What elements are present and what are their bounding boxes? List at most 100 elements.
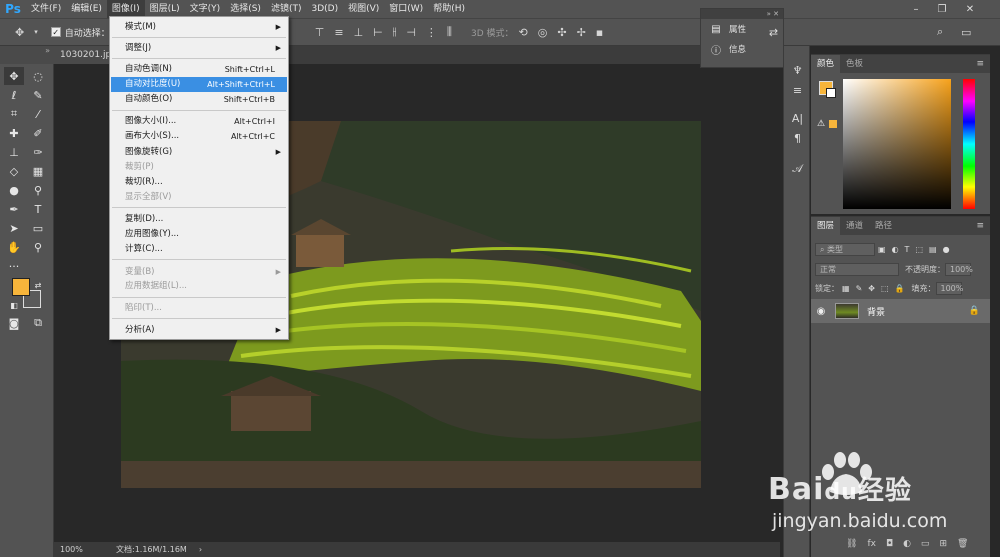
align-left-icon[interactable]: ⊢ bbox=[368, 26, 388, 39]
menu-help[interactable]: 帮助(H) bbox=[428, 0, 470, 18]
gradient-tool-icon[interactable]: ▦ bbox=[28, 162, 48, 180]
color-picker-field[interactable] bbox=[843, 79, 951, 209]
distribute-icon[interactable]: ⋮ bbox=[421, 26, 442, 39]
gamut-warning-icon[interactable]: ⚠ bbox=[817, 119, 825, 129]
3d-roll-icon[interactable]: ◎ bbox=[533, 26, 553, 39]
menu-item-12[interactable]: 应用图像(Y)... bbox=[111, 227, 287, 242]
zoom-tool-icon[interactable]: ⚲ bbox=[28, 238, 48, 256]
blend-mode-select[interactable]: 正常 bbox=[815, 262, 899, 276]
type-tool-icon[interactable]: T bbox=[28, 200, 48, 218]
3d-pan-icon[interactable]: ✣ bbox=[552, 26, 571, 39]
chevron-down-icon[interactable]: ▾ bbox=[29, 28, 43, 36]
pen-tool-icon[interactable]: ✒ bbox=[4, 200, 24, 218]
character-icon[interactable]: A| bbox=[788, 112, 807, 128]
gamut-warning-swatch[interactable] bbox=[829, 120, 837, 128]
menu-edit[interactable]: 编辑(E) bbox=[66, 0, 107, 18]
menu-item-4[interactable]: 自动颜色(O) Shift+Ctrl+B bbox=[111, 92, 287, 107]
path-select-icon[interactable]: ➤ bbox=[4, 219, 24, 237]
crop-tool-icon[interactable]: ⌗ bbox=[4, 105, 24, 123]
background-color-swatch[interactable] bbox=[826, 88, 836, 98]
zoom-level[interactable]: 100% bbox=[54, 545, 90, 554]
lock-image-icon[interactable]: ✎ bbox=[856, 284, 863, 293]
menu-item-13[interactable]: 计算(C)... bbox=[111, 242, 287, 257]
info-button[interactable]: ⓘ 信息 bbox=[701, 39, 783, 59]
layer-name[interactable]: 背景 bbox=[867, 305, 885, 318]
3d-orbit-icon[interactable]: ⟲ bbox=[514, 26, 533, 39]
swap-panel-icon[interactable]: ⇄ bbox=[764, 26, 783, 42]
brush-tool-icon[interactable]: ✐ bbox=[28, 124, 48, 142]
align-vcenter-icon[interactable]: ≡ bbox=[329, 26, 348, 39]
tab-paths[interactable]: 路径 bbox=[869, 217, 898, 235]
lasso-tool-icon[interactable]: ℓ bbox=[4, 86, 24, 104]
panel-collapse-icon[interactable]: » bbox=[0, 46, 54, 64]
distribute-h-icon[interactable]: ⫼ bbox=[442, 25, 457, 39]
history-brush-icon[interactable]: ✑ bbox=[28, 143, 48, 161]
blur-tool-icon[interactable]: ● bbox=[4, 181, 24, 199]
menu-file[interactable]: 文件(F) bbox=[26, 0, 66, 18]
menu-item-17[interactable]: 分析(A) ▶ bbox=[111, 323, 287, 338]
foreground-color-swatch[interactable] bbox=[12, 278, 30, 296]
move-tool-icon[interactable]: ✥ bbox=[4, 67, 24, 85]
eye-icon[interactable]: ◉ bbox=[811, 306, 831, 317]
sliders-icon[interactable]: ≡ bbox=[788, 84, 807, 100]
dodge-tool-icon[interactable]: ⚲ bbox=[28, 181, 48, 199]
filter-shape-icon[interactable]: ⬚ bbox=[915, 245, 923, 254]
screen-mode-icon[interactable]: ⧉ bbox=[28, 314, 48, 332]
tab-color[interactable]: 颜色 bbox=[811, 55, 841, 73]
menu-item-3[interactable]: 自动对比度(U) Alt+Shift+Ctrl+L bbox=[111, 77, 287, 92]
close-icon[interactable]: ✕ bbox=[958, 0, 982, 18]
filter-adjustment-icon[interactable]: ◐ bbox=[892, 245, 899, 254]
menu-item-7[interactable]: 图像旋转(G) ▶ bbox=[111, 145, 287, 160]
layer-filter-select[interactable]: ⌕ 类型 bbox=[815, 242, 875, 256]
lock-position-icon[interactable]: ✥ bbox=[868, 284, 875, 293]
paragraph-icon[interactable]: ¶ bbox=[788, 132, 807, 148]
filter-smart-icon[interactable]: ▤ bbox=[929, 245, 937, 254]
panel-menu-icon[interactable]: ≡ bbox=[976, 221, 984, 231]
restore-icon[interactable]: ❐ bbox=[930, 0, 954, 18]
lock-transparent-icon[interactable]: ▦ bbox=[842, 284, 850, 293]
quick-select-tool-icon[interactable]: ✎ bbox=[28, 86, 48, 104]
filter-toggle-icon[interactable]: ● bbox=[943, 245, 950, 254]
lock-all-icon[interactable]: 🔒 bbox=[895, 284, 905, 293]
menu-view[interactable]: 视图(V) bbox=[343, 0, 384, 18]
layer-row[interactable]: ◉ 背景 🔒 bbox=[811, 299, 990, 323]
hue-slider[interactable] bbox=[963, 79, 975, 209]
fill-input[interactable]: 100% bbox=[935, 281, 963, 295]
quick-mask-icon[interactable]: ◙ bbox=[4, 314, 24, 332]
panel-menu-icon[interactable]: ≡ bbox=[976, 59, 984, 69]
tab-layers[interactable]: 图层 bbox=[811, 217, 841, 235]
3d-scale-icon[interactable]: ▪ bbox=[591, 26, 608, 39]
more-tools-icon[interactable]: ··· bbox=[4, 257, 24, 275]
default-colors-icon[interactable]: ◧ bbox=[4, 296, 24, 314]
menu-item-1[interactable]: 调整(J) ▶ bbox=[111, 41, 287, 56]
glyphs-icon[interactable]: 𝒜 bbox=[788, 162, 807, 178]
align-hcenter-icon[interactable]: ⫲ bbox=[388, 25, 402, 39]
align-right-icon[interactable]: ⊣ bbox=[401, 26, 421, 39]
menu-item-6[interactable]: 画布大小(S)... Alt+Ctrl+C bbox=[111, 129, 287, 144]
menu-item-11[interactable]: 复制(D)... bbox=[111, 212, 287, 227]
tab-channels[interactable]: 通道 bbox=[840, 217, 869, 235]
healing-brush-icon[interactable]: ✚ bbox=[4, 124, 24, 142]
filter-pixel-icon[interactable]: ▣ bbox=[878, 245, 886, 254]
minimize-icon[interactable]: – bbox=[904, 0, 928, 18]
menu-item-0[interactable]: 模式(M) ▶ bbox=[111, 20, 287, 35]
tab-swatches[interactable]: 色板 bbox=[840, 55, 869, 73]
eraser-tool-icon[interactable]: ◇ bbox=[4, 162, 24, 180]
rectangle-tool-icon[interactable]: ▭ bbox=[28, 219, 48, 237]
align-top-icon[interactable]: ⊤ bbox=[310, 26, 330, 39]
menu-item-2[interactable]: 自动色调(N) Shift+Ctrl+L bbox=[111, 62, 287, 77]
marquee-tool-icon[interactable]: ◌ bbox=[28, 67, 48, 85]
chevron-right-icon[interactable]: › bbox=[199, 545, 202, 554]
adjust-icon[interactable]: ♆ bbox=[788, 64, 807, 80]
auto-select-checkbox[interactable]: ✓ bbox=[50, 27, 61, 37]
align-bottom-icon[interactable]: ⊥ bbox=[349, 26, 369, 39]
hand-tool-icon[interactable]: ✋ bbox=[4, 238, 24, 256]
clone-stamp-icon[interactable]: ⊥ bbox=[4, 143, 24, 161]
filter-type-icon[interactable]: T bbox=[905, 245, 910, 254]
menu-item-5[interactable]: 图像大小(I)... Alt+Ctrl+I bbox=[111, 114, 287, 129]
menu-3d[interactable]: 3D(D) bbox=[306, 0, 343, 18]
menu-window[interactable]: 窗口(W) bbox=[384, 0, 428, 18]
document-tab[interactable]: 1030201.jpg bbox=[54, 46, 110, 64]
search-icon[interactable]: ⌕ bbox=[932, 25, 948, 39]
opacity-input[interactable]: 100% bbox=[945, 262, 973, 276]
